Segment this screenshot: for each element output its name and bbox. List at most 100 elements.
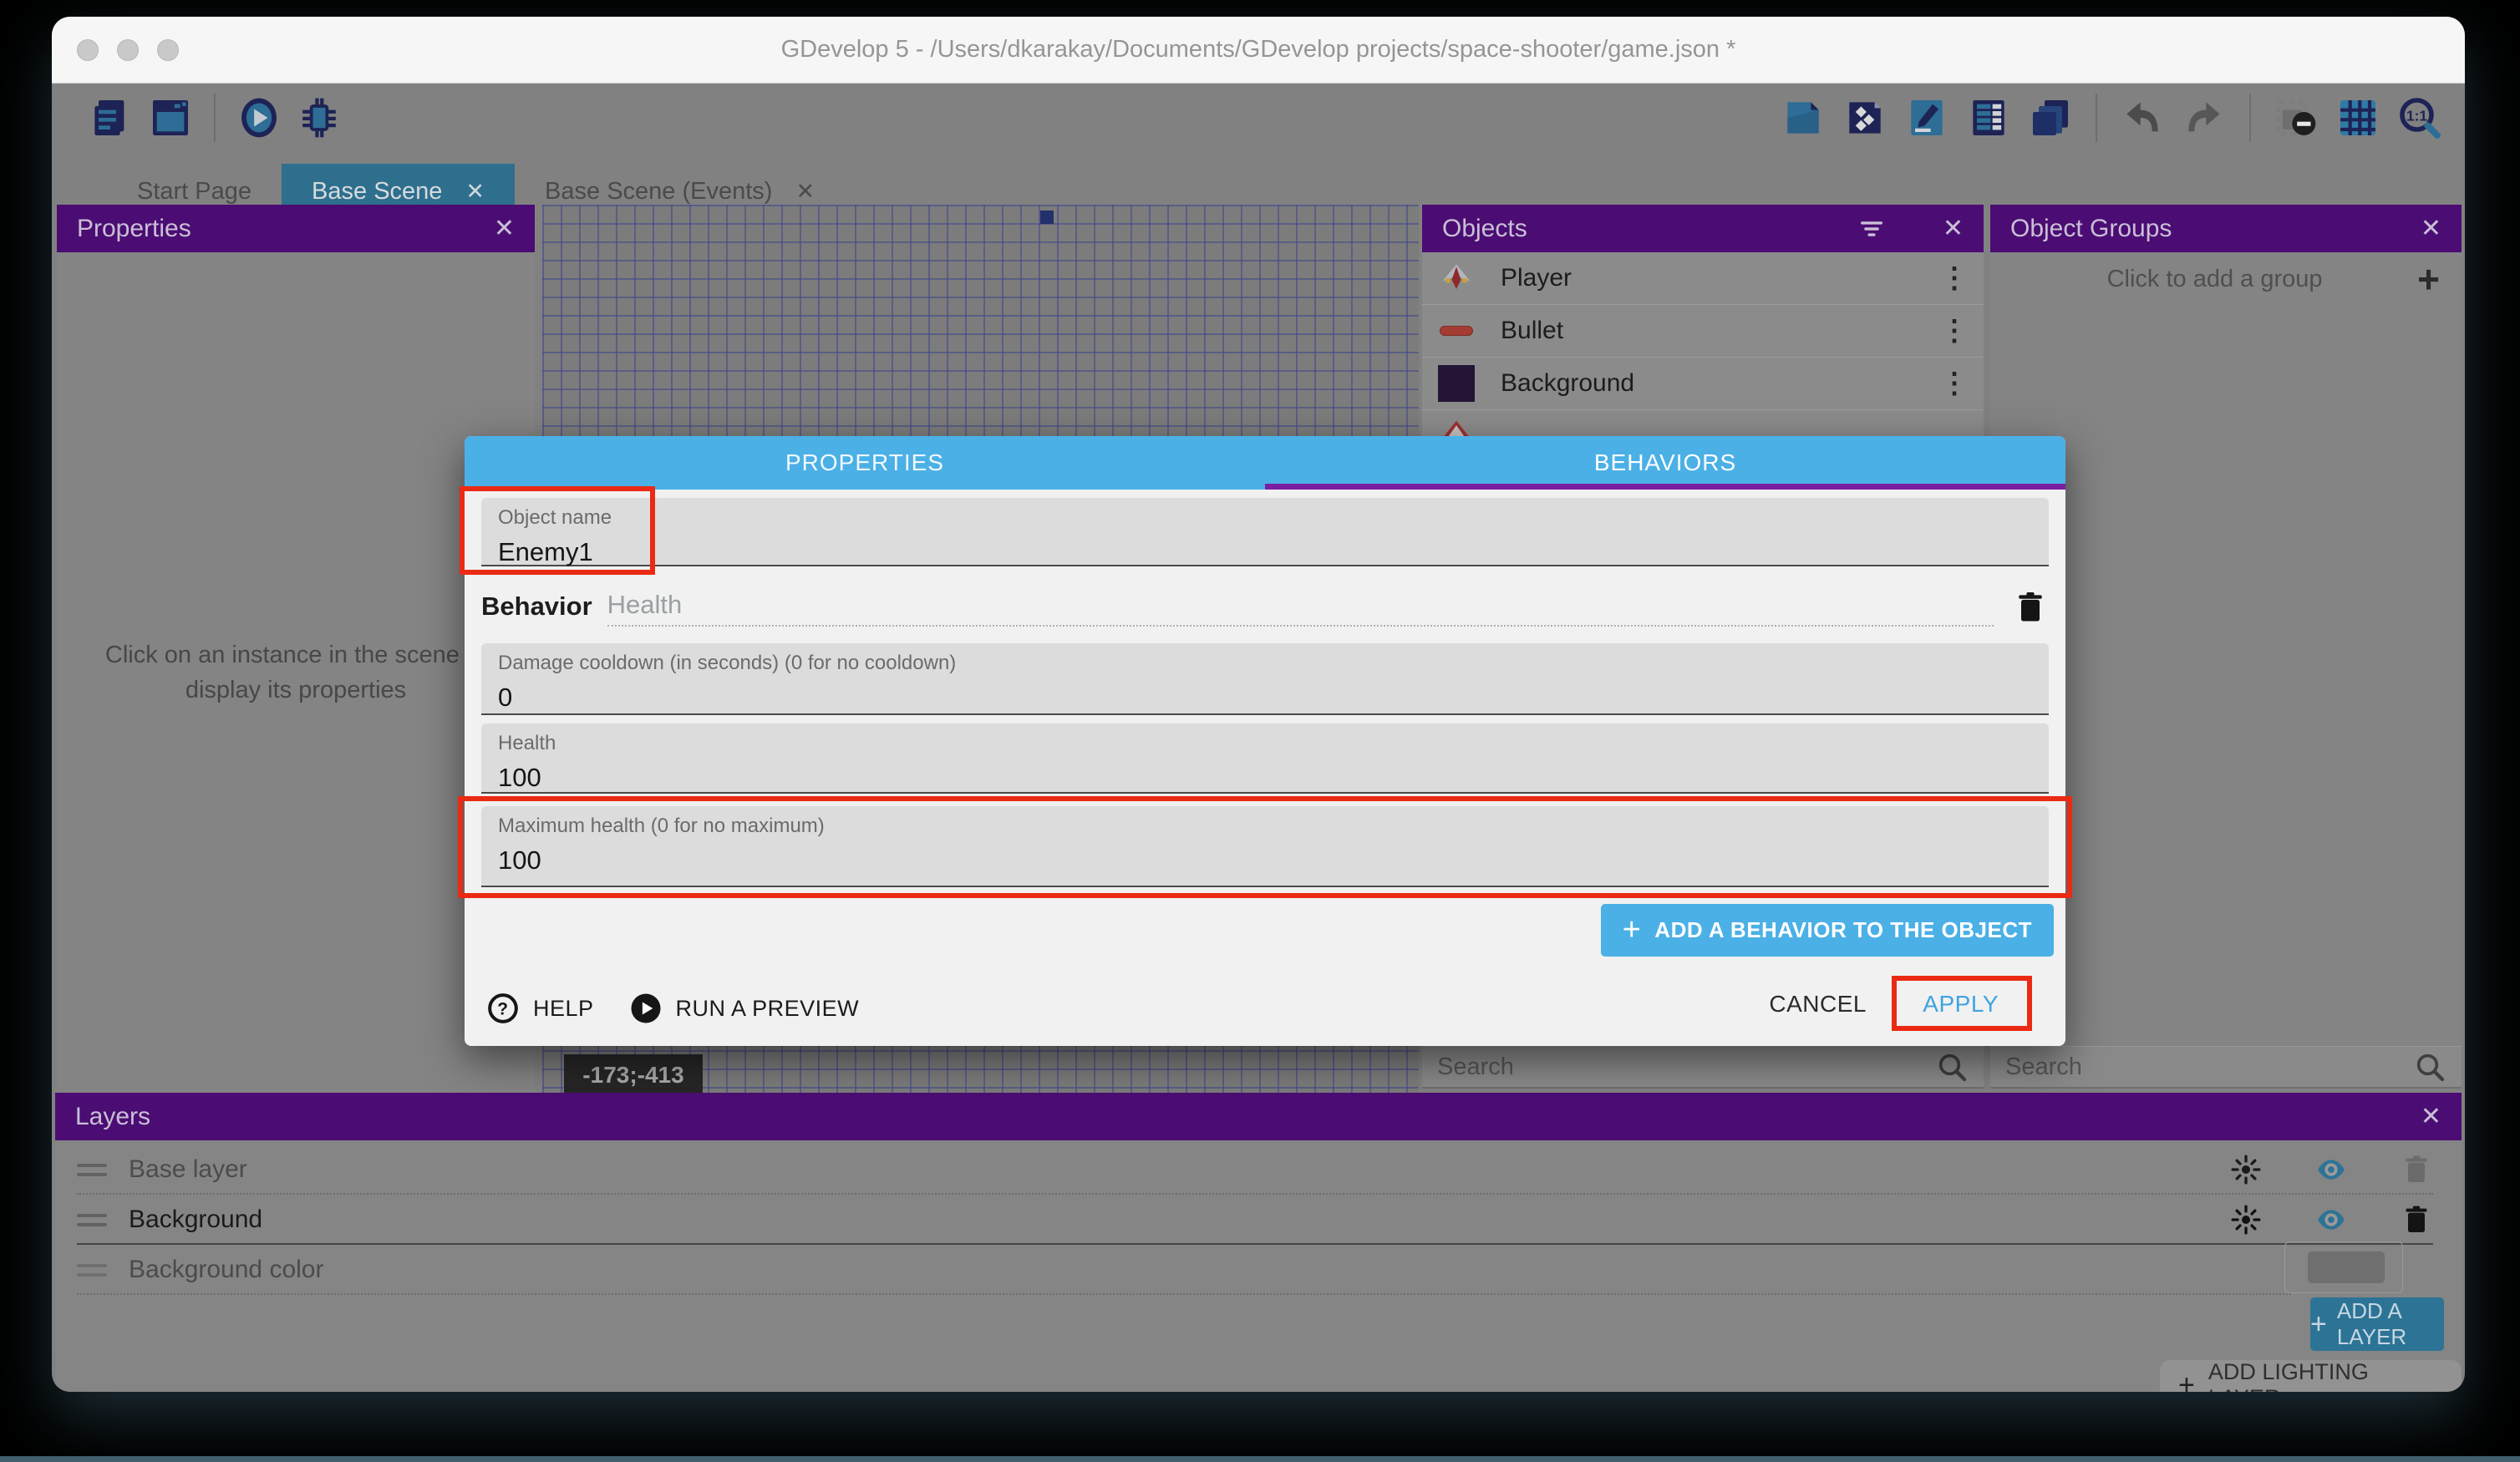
behavior-name-input[interactable]: Health bbox=[607, 590, 1994, 627]
instances-list-icon[interactable] bbox=[2027, 94, 2074, 141]
dialog-tab-behaviors[interactable]: BEHAVIORS bbox=[1265, 436, 2065, 490]
background-color-swatch[interactable] bbox=[2308, 1251, 2385, 1283]
toolbar-separator bbox=[214, 94, 216, 142]
layer-effects-icon[interactable] bbox=[2229, 1203, 2263, 1236]
search-icon bbox=[2413, 1050, 2446, 1084]
close-window-icon[interactable] bbox=[77, 39, 99, 61]
objects-panel-header: Objects ✕ bbox=[1422, 205, 1984, 252]
object-name-field[interactable]: Object name Enemy1 bbox=[481, 498, 2049, 566]
dialog-tab-label: PROPERTIES bbox=[785, 449, 944, 476]
dialog-tab-properties[interactable]: PROPERTIES bbox=[465, 436, 1265, 490]
zoom-1-1-icon[interactable]: 1:1 bbox=[2396, 94, 2443, 141]
play-icon bbox=[629, 992, 663, 1025]
add-lighting-layer-label: ADD LIGHTING LAYER bbox=[2208, 1359, 2443, 1392]
damage-cooldown-value: 0 bbox=[498, 683, 2032, 713]
layer-delete-icon[interactable] bbox=[2400, 1203, 2433, 1236]
zoom-window-icon[interactable] bbox=[157, 39, 179, 61]
damage-cooldown-field[interactable]: Damage cooldown (in seconds) (0 for no c… bbox=[481, 643, 2049, 715]
behavior-label: Behavior bbox=[481, 591, 592, 627]
objects-panel-title: Objects bbox=[1442, 215, 1527, 243]
minimize-window-icon[interactable] bbox=[117, 39, 139, 61]
close-tab-icon[interactable]: ✕ bbox=[465, 179, 485, 205]
toggle-mask-icon[interactable] bbox=[2273, 94, 2319, 141]
undo-icon[interactable] bbox=[2119, 94, 2166, 141]
project-manager-icon[interactable] bbox=[87, 94, 134, 141]
close-panel-icon[interactable]: ✕ bbox=[1943, 214, 1964, 243]
filter-icon[interactable] bbox=[1857, 215, 1886, 243]
drag-handle-icon[interactable] bbox=[77, 1214, 107, 1226]
close-panel-icon[interactable]: ✕ bbox=[494, 214, 515, 243]
drag-handle-icon bbox=[77, 1264, 107, 1277]
run-preview-icon[interactable] bbox=[236, 94, 282, 141]
object-row-bullet[interactable]: Bullet ⋮ bbox=[1422, 305, 1984, 358]
maximum-health-field[interactable]: Maximum health (0 for no maximum) 100 bbox=[481, 806, 2049, 887]
object-menu-icon[interactable]: ⋮ bbox=[1940, 261, 1969, 295]
properties-panel-body: Click on an instance in the scene to dis… bbox=[57, 252, 535, 1093]
layer-row-background-color[interactable]: Background color bbox=[77, 1246, 2291, 1295]
add-layer-button[interactable]: + ADD A LAYER bbox=[2310, 1297, 2444, 1351]
objects-search-bar bbox=[1422, 1046, 1984, 1089]
layer-visibility-icon[interactable] bbox=[2314, 1203, 2348, 1236]
delete-behavior-icon[interactable] bbox=[2012, 588, 2049, 627]
add-layer-label: ADD A LAYER bbox=[2337, 1298, 2444, 1350]
object-menu-icon[interactable]: ⋮ bbox=[1940, 314, 1969, 348]
export-project-icon[interactable] bbox=[1780, 94, 1826, 141]
close-tab-icon[interactable]: ✕ bbox=[795, 179, 815, 205]
redo-icon[interactable] bbox=[2181, 94, 2228, 141]
layer-delete-icon[interactable] bbox=[2400, 1153, 2433, 1186]
help-icon: ? bbox=[486, 992, 520, 1025]
tab-label: Start Page bbox=[137, 178, 251, 206]
plus-icon: + bbox=[2310, 1308, 2327, 1341]
layer-label: Background bbox=[129, 1206, 2208, 1234]
help-button[interactable]: ? HELP bbox=[486, 992, 594, 1025]
object-name-value: Enemy1 bbox=[498, 537, 2032, 567]
debug-icon[interactable] bbox=[296, 94, 343, 141]
add-lighting-layer-menu-item[interactable]: + ADD LIGHTING LAYER bbox=[2160, 1360, 2462, 1392]
search-icon bbox=[1935, 1050, 1969, 1084]
layer-row-base-layer[interactable]: Base layer bbox=[77, 1146, 2433, 1195]
toolbar-separator bbox=[2096, 94, 2097, 142]
layer-visibility-icon[interactable] bbox=[2314, 1153, 2348, 1186]
cursor-coordinates-badge: -173;-413 bbox=[564, 1054, 703, 1096]
screenshot-stage: GDevelop 5 - /Users/dkarakay/Documents/G… bbox=[0, 0, 2520, 1462]
close-panel-icon[interactable]: ✕ bbox=[2421, 1102, 2441, 1131]
health-value: 100 bbox=[498, 763, 2032, 793]
start-page-icon[interactable] bbox=[147, 94, 194, 141]
groups-search-input[interactable] bbox=[2005, 1053, 2401, 1081]
groups-search-bar bbox=[1990, 1046, 2462, 1089]
object-menu-icon[interactable]: ⋮ bbox=[1940, 367, 1969, 400]
add-group-row[interactable]: Click to add a group + bbox=[1990, 252, 2462, 306]
apply-button[interactable]: APPLY bbox=[1923, 991, 1999, 1018]
object-groups-panel-header: Object Groups ✕ bbox=[1990, 205, 2462, 252]
run-preview-button[interactable]: RUN A PREVIEW bbox=[629, 992, 860, 1025]
toggle-grid-icon[interactable] bbox=[2335, 94, 2381, 141]
add-group-icon[interactable]: + bbox=[2417, 256, 2440, 302]
add-behavior-button[interactable]: + ADD A BEHAVIOR TO THE OBJECT bbox=[1601, 904, 2054, 957]
cancel-button[interactable]: CANCEL bbox=[1769, 991, 1867, 1018]
object-row-player[interactable]: Player ⋮ bbox=[1422, 252, 1984, 305]
window-title: GDevelop 5 - /Users/dkarakay/Documents/G… bbox=[781, 36, 1736, 63]
plus-icon: + bbox=[2178, 1369, 2195, 1393]
events-sheet-icon[interactable] bbox=[1965, 94, 2012, 141]
plus-icon: + bbox=[1623, 912, 1642, 948]
dialog-footer: ? HELP RUN A PREVIEW CANCEL APPLY bbox=[465, 979, 2065, 1038]
object-label: Bullet bbox=[1501, 317, 1915, 345]
tab-label: Base Scene (Events) bbox=[545, 178, 772, 206]
layer-effects-icon[interactable] bbox=[2229, 1153, 2263, 1186]
properties-panel-title: Properties bbox=[77, 215, 191, 243]
zoom-ratio-label: 1:1 bbox=[2406, 107, 2428, 124]
object-groups-panel-title: Object Groups bbox=[2010, 215, 2172, 243]
drag-handle-icon[interactable] bbox=[77, 1164, 107, 1176]
object-row-background[interactable]: Background ⋮ bbox=[1422, 358, 1984, 410]
svg-text:?: ? bbox=[497, 999, 509, 1018]
traffic-lights bbox=[77, 39, 179, 61]
layer-row-background[interactable]: Background bbox=[77, 1196, 2433, 1245]
health-field[interactable]: Health 100 bbox=[481, 723, 2049, 794]
edit-scene-icon[interactable] bbox=[1903, 94, 1950, 141]
objects-search-input[interactable] bbox=[1437, 1053, 1923, 1081]
player-thumbnail bbox=[1437, 259, 1476, 297]
help-label: HELP bbox=[533, 996, 594, 1022]
objects-editor-icon[interactable] bbox=[1842, 94, 1888, 141]
close-panel-icon[interactable]: ✕ bbox=[2421, 214, 2441, 243]
instance-handle[interactable] bbox=[1040, 211, 1054, 224]
